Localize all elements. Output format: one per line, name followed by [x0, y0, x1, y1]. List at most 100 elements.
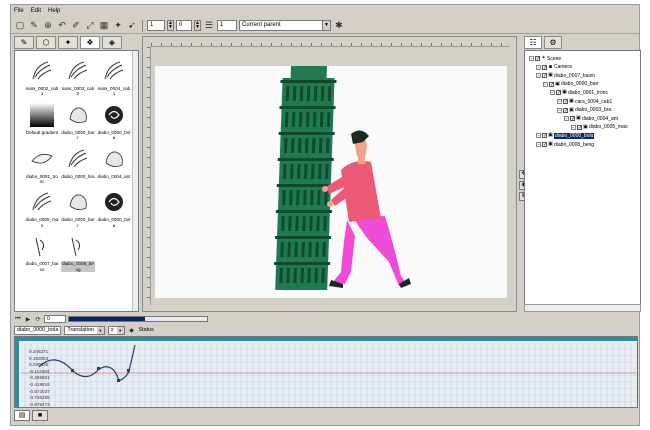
- library-scrollbar[interactable]: [132, 51, 138, 311]
- tree-row[interactable]: − ✓ ▣ diabo_0004_ant: [564, 115, 618, 122]
- tower-top: [290, 66, 327, 78]
- frame-field[interactable]: 1: [147, 20, 165, 31]
- step-field[interactable]: 0: [176, 20, 192, 31]
- tab-shape-icon[interactable]: ⬡: [36, 36, 56, 49]
- curve-value-label: 0.039835: [29, 362, 49, 368]
- library-item[interactable]: diabo_0000_barr: [61, 101, 95, 141]
- library-item[interactable]: diabo_0000_bola: [98, 188, 130, 228]
- library-item-label: diabo_0000_bra: [61, 173, 95, 179]
- count-field[interactable]: 1: [217, 20, 237, 31]
- visibility-checkbox[interactable]: ✓: [542, 142, 547, 148]
- loop-icon[interactable]: ⟳: [34, 315, 42, 323]
- tree-row[interactable]: − ✓ ▣ cara_0004_cab1: [557, 98, 612, 105]
- play-icon[interactable]: ▶: [24, 315, 32, 323]
- step-stepper[interactable]: ▲ ▼: [194, 20, 201, 31]
- visibility-checkbox[interactable]: ✓: [542, 73, 547, 79]
- drawing-canvas[interactable]: [155, 66, 507, 298]
- library-item[interactable]: sans_0003_cab2: [61, 57, 95, 97]
- tab-library-icon[interactable]: ❖: [80, 36, 100, 49]
- person-hand-front: [327, 201, 333, 207]
- tab-properties-icon[interactable]: ⚙: [544, 36, 562, 49]
- library-item[interactable]: diabo_0004_ant: [98, 145, 130, 185]
- visibility-checkbox[interactable]: ✓: [563, 99, 568, 105]
- library-item[interactable]: Default gradient: [26, 101, 58, 141]
- brush-icon[interactable]: ✐: [70, 20, 82, 32]
- tree-row[interactable]: − ✓ ▣ diabo_0001_tronc: [550, 89, 608, 96]
- library-item[interactable]: diabo_0000_bra: [61, 145, 95, 185]
- tab-media-icon[interactable]: ◈: [102, 36, 122, 49]
- library-item[interactable]: diabo_0000_bola: [98, 101, 130, 141]
- expand-icon[interactable]: −: [536, 64, 541, 70]
- expand-icon[interactable]: −: [536, 73, 541, 79]
- timeline-frame-field[interactable]: 0: [44, 315, 66, 323]
- expand-icon[interactable]: −: [557, 99, 562, 104]
- expand-icon[interactable]: −: [543, 81, 548, 87]
- library-item[interactable]: sans_0002_cab1: [26, 57, 58, 97]
- expand-icon[interactable]: −: [550, 90, 555, 96]
- library-item[interactable]: diabo_0000_barr: [61, 188, 95, 228]
- visibility-checkbox[interactable]: ✓: [556, 90, 561, 96]
- new-icon[interactable]: ▢: [14, 20, 26, 32]
- tree-row[interactable]: − ✓ ✶ Scene: [529, 55, 561, 62]
- menu-edit[interactable]: Edit: [31, 8, 41, 14]
- tree-row[interactable]: − ✓ ▣ diabo_0007_baixo: [536, 72, 595, 79]
- curve-node-field[interactable]: diabo_0000_bola: [14, 325, 62, 335]
- scene-illustration: [274, 66, 411, 290]
- visibility-checkbox[interactable]: ✓: [549, 81, 554, 87]
- keyframe[interactable]: [71, 369, 74, 372]
- visibility-checkbox[interactable]: ✓: [542, 133, 547, 139]
- curve-editor-panel[interactable]: 0.346271 0.193053 0.039835 -0.113383 -0.2666…: [14, 336, 638, 408]
- frame-stepper[interactable]: ▲ ▼: [167, 20, 174, 31]
- channel-dropdown[interactable]: Translation ▼: [64, 325, 105, 335]
- grid-icon[interactable]: ▦: [98, 20, 110, 32]
- tab-curves-icon[interactable]: ▤: [14, 410, 30, 421]
- menu-file[interactable]: File: [14, 8, 24, 14]
- library-item[interactable]: sans_0004_cab1: [98, 57, 130, 97]
- library-item-label: sans_0003_cab2: [61, 86, 95, 97]
- pointer-icon[interactable]: ➹: [126, 20, 138, 32]
- library-item[interactable]: diabo_0008_beng: [61, 232, 95, 273]
- expand-icon[interactable]: −: [564, 116, 569, 122]
- settings-icon[interactable]: ✱: [333, 20, 345, 32]
- tab-dopesheet-icon[interactable]: ■: [32, 410, 48, 421]
- tree-row[interactable]: − ✓ ▣ diabo_0005_mao: [571, 124, 628, 131]
- expand-icon[interactable]: −: [529, 56, 534, 61]
- paint-icon[interactable]: ✦: [112, 20, 124, 32]
- key-icon[interactable]: ◆: [128, 326, 136, 334]
- expand-icon[interactable]: −: [536, 133, 541, 139]
- tree-row[interactable]: − ✓ ▣ diabo_0003_bra: [557, 107, 611, 114]
- visibility-checkbox[interactable]: ✓: [570, 116, 575, 122]
- undo-icon[interactable]: ↶: [56, 20, 68, 32]
- visibility-checkbox[interactable]: ✓: [535, 56, 540, 62]
- first-frame-icon[interactable]: ⏮: [14, 315, 22, 323]
- layout-icon[interactable]: ☰: [203, 20, 215, 32]
- visibility-checkbox[interactable]: ✓: [577, 124, 582, 130]
- library-item[interactable]: diabo_0005_mao: [26, 188, 58, 228]
- keyframe[interactable]: [117, 379, 120, 382]
- axis-dropdown[interactable]: x ▼: [107, 325, 125, 335]
- menu-help[interactable]: Help: [48, 8, 60, 14]
- tab-paint-icon[interactable]: ✦: [58, 36, 78, 49]
- expand-icon[interactable]: −: [571, 124, 576, 130]
- tree-row[interactable]: − ✓ ▣ diabo_0000_bola: [536, 132, 595, 139]
- tree-scrollbar[interactable]: [524, 304, 641, 312]
- keyframe[interactable]: [97, 367, 100, 370]
- expand-icon[interactable]: −: [557, 107, 562, 113]
- expand-icon[interactable]: −: [536, 142, 541, 147]
- tree-row[interactable]: − ✓ ◙ Camera: [536, 64, 572, 71]
- transform-icon[interactable]: ⤢: [84, 20, 96, 32]
- tree-row[interactable]: − ✓ ▣ diabo_0008_beng: [536, 141, 594, 148]
- open-icon[interactable]: ✎: [28, 20, 40, 32]
- parent-dropdown[interactable]: Current parent ▼: [239, 20, 331, 31]
- save-icon[interactable]: ⊕: [42, 20, 54, 32]
- library-item[interactable]: diabo_0001_tronc: [26, 145, 58, 185]
- tab-brush-icon[interactable]: ✎: [14, 36, 34, 49]
- visibility-checkbox[interactable]: ✓: [563, 107, 568, 113]
- library-item[interactable]: diabo_0007_baixo: [26, 232, 58, 272]
- visibility-checkbox[interactable]: ✓: [542, 64, 547, 70]
- animation-curve[interactable]: [38, 344, 136, 382]
- tree-row[interactable]: − ✓ ▣ diabo_0000_barr: [543, 81, 599, 88]
- keyframe[interactable]: [127, 369, 130, 372]
- tab-hierarchy-icon[interactable]: ☷: [524, 36, 542, 49]
- timeline-slider[interactable]: [68, 316, 208, 322]
